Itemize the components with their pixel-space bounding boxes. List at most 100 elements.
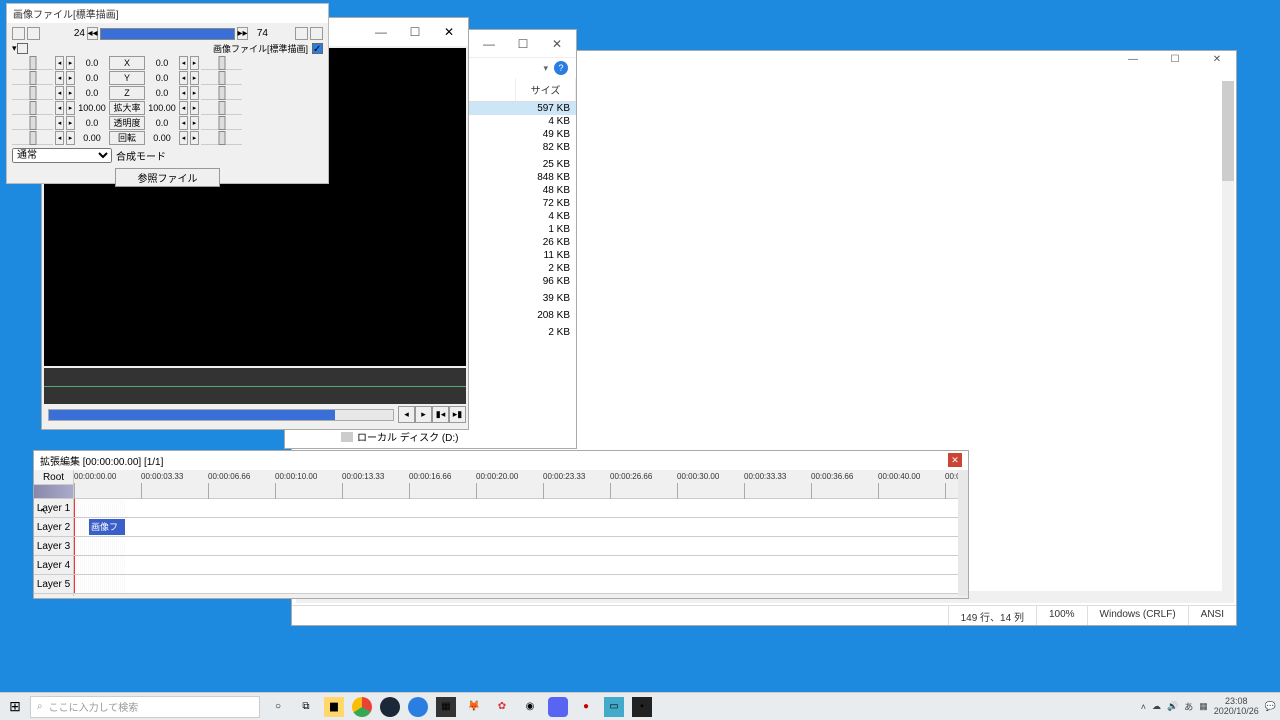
app-icon[interactable]: ◉ [520, 697, 540, 717]
param-label-button[interactable]: 拡大率 [109, 101, 145, 115]
notification-icon[interactable]: 💬 [1265, 701, 1276, 712]
tray-icon[interactable]: 🔊 [1167, 701, 1178, 712]
param-label-button[interactable]: 透明度 [109, 116, 145, 130]
slider[interactable] [12, 71, 53, 85]
param-label-button[interactable]: 回転 [109, 131, 145, 145]
increment-button[interactable]: ▸ [66, 86, 75, 100]
decrement-button[interactable]: ◂ [55, 86, 64, 100]
taskbar-clock[interactable]: 23:08 2020/10/26 [1214, 697, 1259, 717]
tray-icon[interactable]: ▦ [1199, 701, 1208, 712]
layer-label[interactable]: Layer 4 [34, 556, 73, 575]
step-forward-button[interactable]: ▸▸ [237, 27, 248, 40]
prev-frame-button[interactable]: ◂ [398, 406, 415, 423]
decrement-button[interactable]: ◂ [179, 56, 188, 70]
tool-icon[interactable] [27, 27, 40, 40]
decrement-button[interactable]: ◂ [55, 56, 64, 70]
column-size[interactable]: サイズ [516, 78, 576, 101]
last-frame-button[interactable]: ▸▮ [449, 406, 466, 423]
slider[interactable] [201, 131, 242, 145]
increment-button[interactable]: ▸ [66, 71, 75, 85]
slider[interactable] [201, 71, 242, 85]
decrement-button[interactable]: ◂ [55, 71, 64, 85]
blend-mode-select[interactable]: 通常 [12, 148, 112, 163]
maximize-button[interactable]: ☐ [508, 34, 538, 54]
app-icon[interactable]: ▦ [436, 697, 456, 717]
increment-button[interactable]: ▸ [190, 116, 199, 130]
maximize-button[interactable]: ☐ [400, 22, 430, 42]
minimize-button[interactable]: — [366, 22, 396, 42]
taskview-icon[interactable]: ⧉ [296, 697, 316, 717]
increment-button[interactable]: ▸ [66, 56, 75, 70]
chrome-icon[interactable] [352, 697, 372, 717]
increment-button[interactable]: ▸ [190, 131, 199, 145]
increment-button[interactable]: ▸ [66, 116, 75, 130]
checkbox[interactable] [17, 43, 28, 54]
slider[interactable] [201, 116, 242, 130]
help-icon[interactable]: ? [554, 61, 568, 75]
steam-icon[interactable] [380, 697, 400, 717]
decrement-button[interactable]: ◂ [55, 131, 64, 145]
tray-chevron-icon[interactable]: ˄ [1141, 702, 1146, 712]
checkbox[interactable]: ✓ [312, 43, 323, 54]
drive-label[interactable]: ローカル ディスク (D:) [341, 429, 459, 444]
minimize-button[interactable]: — [1118, 54, 1148, 72]
search-box[interactable]: ⌕ ここに入力して検索 [30, 696, 260, 718]
decrement-button[interactable]: ◂ [179, 101, 188, 115]
slider[interactable] [12, 131, 53, 145]
scrollbar-vertical[interactable] [958, 470, 968, 596]
tool-icon[interactable] [12, 27, 25, 40]
close-button[interactable]: ✕ [1202, 54, 1232, 72]
timeline-track[interactable] [74, 499, 958, 518]
timeline-clip[interactable]: 画像ファ [89, 519, 125, 535]
increment-button[interactable]: ▸ [66, 131, 75, 145]
maximize-button[interactable]: ☐ [1160, 54, 1190, 72]
layer-label[interactable]: ↖Layer 1 [34, 499, 73, 518]
param-label-button[interactable]: X [109, 56, 145, 70]
decrement-button[interactable]: ◂ [55, 101, 64, 115]
slider[interactable] [201, 86, 242, 100]
layer-label[interactable]: Layer 5 [34, 575, 73, 594]
app-icon[interactable]: ▭ [604, 697, 624, 717]
gimp-icon[interactable]: 🦊 [464, 697, 484, 717]
increment-button[interactable]: ▸ [190, 56, 199, 70]
decrement-button[interactable]: ◂ [179, 86, 188, 100]
scrollbar-vertical[interactable] [1222, 81, 1234, 603]
timeline-track[interactable] [74, 556, 958, 575]
seek-bar[interactable] [48, 409, 394, 421]
tray-icon[interactable]: ☁ [1152, 701, 1161, 712]
app-icon[interactable]: ✿ [492, 697, 512, 717]
reference-file-button[interactable]: 参照ファイル [115, 168, 220, 187]
slider[interactable] [201, 56, 242, 70]
tray-ime-icon[interactable]: あ [1184, 700, 1193, 713]
close-button[interactable]: ✕ [434, 22, 464, 42]
timeline-ruler[interactable]: 00:00:00.0000:00:03.3300:00:06.6600:00:1… [74, 470, 958, 499]
root-label[interactable]: Root [34, 470, 73, 485]
timeline-track[interactable]: 画像ファ [74, 518, 958, 537]
step-back-button[interactable]: ◂◂ [87, 27, 98, 40]
play-button[interactable]: ▸ [415, 406, 432, 423]
cortana-icon[interactable]: ○ [268, 697, 288, 717]
layer-label[interactable]: Layer 3 [34, 537, 73, 556]
increment-button[interactable]: ▸ [190, 71, 199, 85]
slider[interactable] [201, 101, 242, 115]
slider[interactable] [12, 56, 53, 70]
record-icon[interactable]: ● [576, 697, 596, 717]
start-button[interactable]: ⊞ [0, 698, 30, 715]
first-frame-button[interactable]: ▮◂ [432, 406, 449, 423]
dropdown-icon[interactable]: ▾ [543, 63, 548, 74]
slider[interactable] [12, 116, 53, 130]
close-button[interactable]: ✕ [948, 453, 962, 467]
frame-progress[interactable] [100, 28, 235, 40]
decrement-button[interactable]: ◂ [179, 131, 188, 145]
close-button[interactable]: ✕ [542, 34, 572, 54]
minimize-button[interactable]: — [474, 34, 504, 54]
decrement-button[interactable]: ◂ [179, 71, 188, 85]
param-label-button[interactable]: Y [109, 71, 145, 85]
slider[interactable] [12, 101, 53, 115]
explorer-icon[interactable]: ▆ [324, 697, 344, 717]
timeline-track[interactable] [74, 575, 958, 594]
terminal-icon[interactable]: ▪ [632, 697, 652, 717]
decrement-button[interactable]: ◂ [179, 116, 188, 130]
discord-icon[interactable] [548, 697, 568, 717]
timeline-track[interactable] [74, 537, 958, 556]
